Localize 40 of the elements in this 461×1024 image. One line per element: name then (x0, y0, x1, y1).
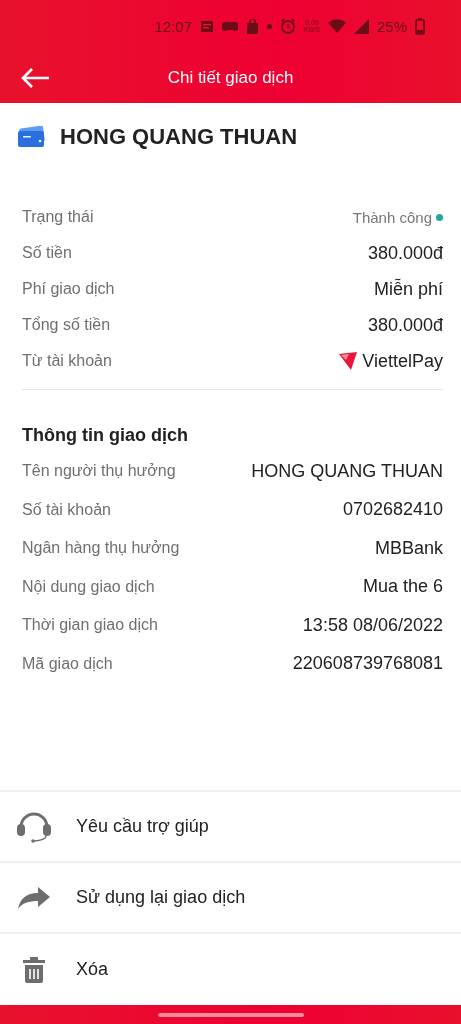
field-value: HONG QUANG THUAN (251, 460, 443, 482)
field-value: ViettelPay (362, 350, 443, 372)
field-label: Số tài khoản (22, 500, 111, 519)
payee-name: HONG QUANG THUAN (60, 124, 298, 150)
field-label: Từ tài khoản (22, 352, 112, 370)
field-value: 380.000đ (367, 242, 443, 264)
wifi-icon (327, 19, 346, 33)
status-text: Thành công (352, 208, 432, 226)
field-label: Nội dung giao dịch (22, 577, 155, 596)
trash-icon (23, 956, 45, 983)
alarm-icon (280, 18, 296, 34)
field-value: Mua the 6 (362, 576, 443, 598)
field-value: 380.000đ (367, 314, 443, 336)
field-label: Ngân hàng thụ hưởng (22, 539, 180, 558)
field-value: 220608739768081 (292, 653, 443, 675)
cell-signal-icon (353, 18, 369, 34)
notification-icon (200, 19, 214, 33)
field-label: Trạng thái (22, 208, 94, 226)
battery-icon (415, 17, 425, 35)
field-label: Thời gian giao dịch (22, 616, 158, 635)
wallet-logo-icon (338, 351, 359, 371)
field-value: MBBank (374, 537, 443, 559)
back-button[interactable] (20, 66, 50, 89)
field-value: Miễn phí (373, 278, 443, 300)
clock-time: 12:07 (154, 17, 192, 35)
field-label: Phí giao dịch (22, 280, 115, 298)
headset-icon (16, 810, 52, 843)
forward-arrow-icon (17, 886, 51, 909)
field-label: Mã giao dịch (22, 654, 113, 673)
field-value: 13:58 08/06/2022 (302, 614, 443, 636)
field-value: 0702682410 (342, 499, 443, 521)
field-label: Tên người thụ hưởng (22, 462, 176, 481)
section-title: Thông tin giao dịch (22, 424, 189, 447)
shopping-bag-icon (246, 18, 259, 34)
field-label: Tổng số tiền (22, 316, 111, 334)
field-label: Số tiền (22, 244, 72, 262)
dot-icon (267, 23, 272, 29)
screen-title: Chi tiết giao dịch (167, 67, 294, 87)
battery-percentage: 25% (376, 17, 407, 35)
wallet-card-icon (18, 126, 46, 148)
